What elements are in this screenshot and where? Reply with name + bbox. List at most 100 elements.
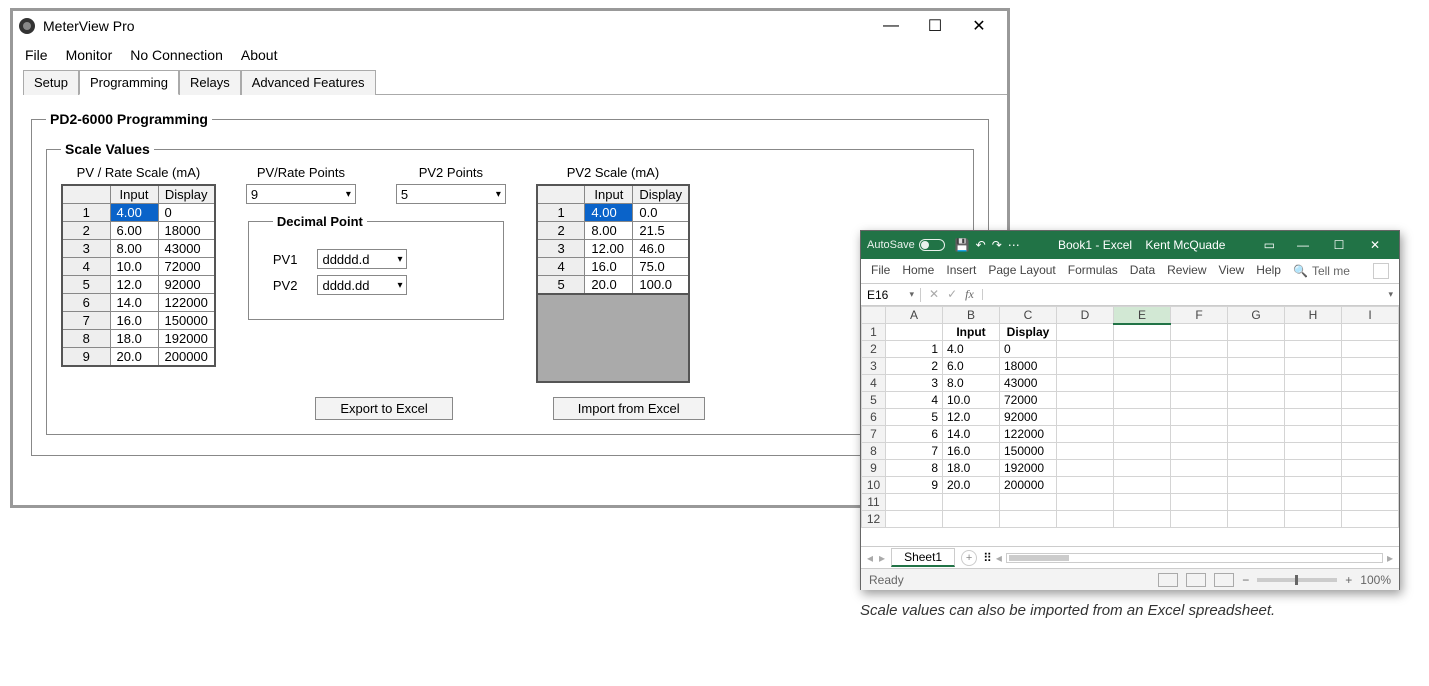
name-box[interactable]: E16 ▾ [861,288,921,302]
fx-icon[interactable]: fx [965,287,974,302]
table-row[interactable]: 214.00 [862,341,1399,358]
horizontal-scrollbar[interactable] [1006,553,1383,563]
cell[interactable] [1342,511,1399,528]
formula-bar[interactable]: ▾ [982,289,1399,300]
cell-input[interactable]: 6.00 [110,222,158,240]
cell-input[interactable]: 10.0 [110,258,158,276]
cell[interactable] [1171,511,1228,528]
cell-display[interactable]: 43000 [158,240,215,258]
cell[interactable] [1057,511,1114,528]
cell[interactable] [1285,324,1342,341]
cell[interactable] [1342,375,1399,392]
cell[interactable] [1342,324,1399,341]
cell[interactable] [1342,409,1399,426]
pv1-decimal-select[interactable]: ddddd.d ▾ [317,249,407,269]
autosave-control[interactable]: AutoSave [867,239,945,251]
col-header[interactable]: E [1114,307,1171,324]
redo-icon[interactable]: ↷ [992,238,1002,252]
cell[interactable] [1114,392,1171,409]
cell[interactable] [1285,460,1342,477]
cell[interactable] [1057,409,1114,426]
cell[interactable] [1285,426,1342,443]
col-header[interactable]: G [1228,307,1285,324]
cell[interactable] [1342,341,1399,358]
cell[interactable] [1285,409,1342,426]
cell[interactable]: 2 [886,358,943,375]
table-row[interactable]: 818.0192000 [62,330,215,348]
cell[interactable] [1285,494,1342,511]
table-row[interactable]: 9818.0192000 [862,460,1399,477]
cell[interactable]: Input [943,324,1000,341]
cell[interactable] [1228,409,1285,426]
cell[interactable] [1114,375,1171,392]
cell[interactable]: 122000 [1000,426,1057,443]
cell[interactable]: 18000 [1000,358,1057,375]
cell[interactable] [1114,443,1171,460]
cell-input[interactable]: 16.0 [585,258,633,276]
cell[interactable] [1000,494,1057,511]
excel-close-button[interactable]: ✕ [1357,231,1393,259]
view-pagebreak-icon[interactable] [1214,573,1234,587]
cell-input[interactable]: 16.0 [110,312,158,330]
cell[interactable] [1228,358,1285,375]
cell[interactable]: 192000 [1000,460,1057,477]
cell[interactable] [1342,460,1399,477]
row-header[interactable]: 12 [862,511,886,528]
add-sheet-button[interactable]: + [961,550,977,566]
table-row[interactable]: 11 [862,494,1399,511]
hscroll-left[interactable]: ◂ [996,551,1002,565]
cell[interactable] [943,511,1000,528]
tab-programming[interactable]: Programming [79,70,179,95]
col-header[interactable]: B [943,307,1000,324]
col-header[interactable]: H [1285,307,1342,324]
cell[interactable] [1228,511,1285,528]
cell[interactable] [1171,494,1228,511]
tab-relays[interactable]: Relays [179,70,241,95]
cell-display[interactable]: 0.0 [633,204,689,222]
ribbon-tab-home[interactable]: Home [902,263,934,279]
select-all-corner[interactable] [862,307,886,324]
row-header[interactable]: 6 [862,409,886,426]
col-header[interactable]: F [1171,307,1228,324]
col-header[interactable]: C [1000,307,1057,324]
cell[interactable]: 9 [886,477,943,494]
sheet-nav-next[interactable]: ▸ [879,551,885,565]
cell[interactable]: 10.0 [943,392,1000,409]
row-header[interactable]: 7 [862,426,886,443]
table-row[interactable]: 28.0021.5 [537,222,689,240]
cell-input[interactable]: 8.00 [585,222,633,240]
cell-input[interactable]: 18.0 [110,330,158,348]
row-header[interactable]: 5 [862,392,886,409]
cell-input[interactable]: 12.00 [585,240,633,258]
share-button[interactable] [1373,263,1389,279]
cell[interactable] [1057,426,1114,443]
pv2-points-select[interactable]: 5 ▾ [396,184,506,204]
cell[interactable] [1114,494,1171,511]
accept-formula-icon[interactable]: ✓ [947,287,957,302]
cell[interactable] [1114,460,1171,477]
table-row[interactable]: 38.0043000 [62,240,215,258]
minimize-button[interactable]: — [869,12,913,40]
table-row[interactable]: 10920.0200000 [862,477,1399,494]
excel-minimize-button[interactable]: — [1285,231,1321,259]
cell[interactable]: 0 [1000,341,1057,358]
cell-input[interactable]: 14.0 [110,294,158,312]
cell[interactable] [1057,341,1114,358]
cell[interactable] [1171,443,1228,460]
undo-icon[interactable]: ↶ [976,238,986,252]
cell[interactable]: 6.0 [943,358,1000,375]
sheet-nav-prev[interactable]: ◂ [867,551,873,565]
table-row[interactable]: 438.043000 [862,375,1399,392]
ribbon-tab-pagelayout[interactable]: Page Layout [988,263,1055,279]
cell-display[interactable]: 200000 [158,348,215,367]
sheet-tab[interactable]: Sheet1 [891,548,955,567]
menu-monitor[interactable]: Monitor [66,47,113,63]
excel-maximize-button[interactable]: ☐ [1321,231,1357,259]
cell[interactable] [886,511,943,528]
ribbon-tab-view[interactable]: View [1219,263,1245,279]
cell[interactable]: 92000 [1000,409,1057,426]
cell-input[interactable]: 4.00 [585,204,633,222]
row-header[interactable]: 2 [862,341,886,358]
cell[interactable]: 5 [886,409,943,426]
more-icon[interactable]: ⋯ [1008,238,1020,252]
